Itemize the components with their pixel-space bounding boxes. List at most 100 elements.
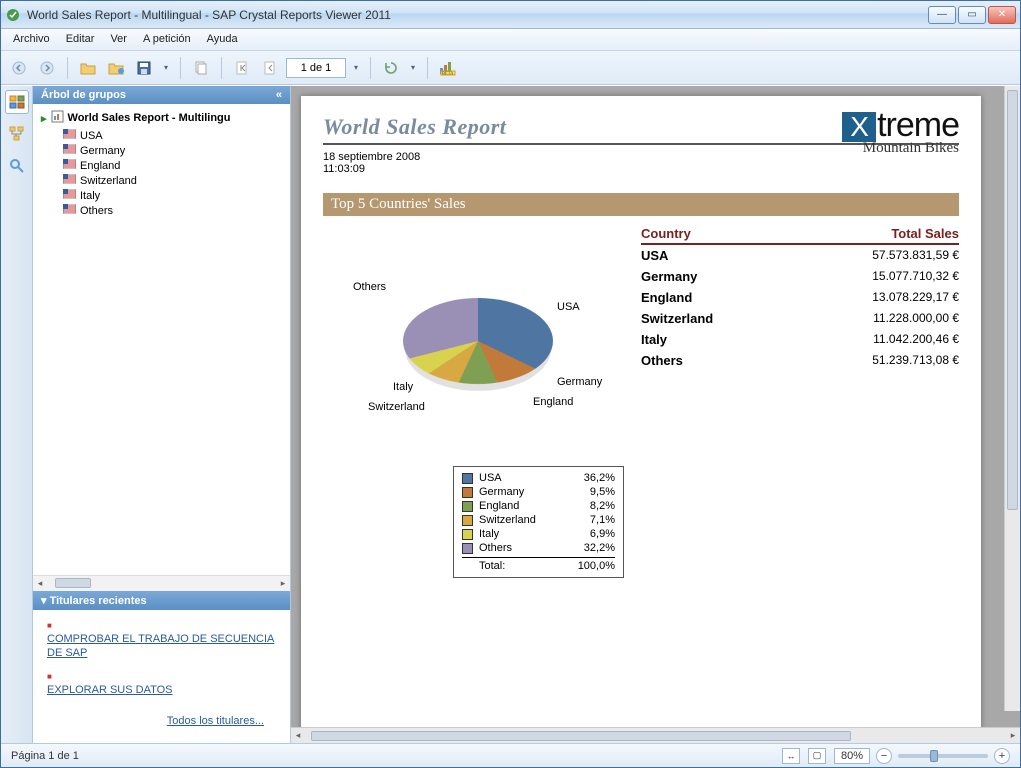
pie-label-switzerland: Switzerland (368, 401, 425, 413)
pie-label-england: England (533, 396, 573, 408)
legend-item: Switzerland7,1% (462, 513, 615, 527)
viewer-v-scrollbar[interactable] (1004, 86, 1020, 711)
tree-item-label: England (80, 160, 120, 172)
viewer-scroll-area[interactable]: World Sales Report 18 septiembre 2008 11… (291, 86, 1020, 727)
refresh-dropdown[interactable]: ▾ (407, 63, 419, 72)
pie-label-germany: Germany (557, 376, 602, 388)
bullet-icon: ■ (47, 672, 52, 681)
logo-x-icon: X (842, 112, 876, 142)
first-page-button[interactable] (230, 56, 254, 80)
recent-link-explore[interactable]: EXPLORAR SUS DATOS (47, 683, 276, 698)
rail-tree-button[interactable] (5, 122, 29, 146)
menu-help[interactable]: Ayuda (199, 29, 246, 50)
section-header: Top 5 Countries' Sales (323, 193, 959, 216)
tree-item-italy[interactable]: Italy (63, 188, 286, 203)
table-header: Country Total Sales (641, 226, 959, 245)
flag-icon (63, 144, 76, 157)
save-dropdown[interactable]: ▾ (160, 63, 172, 72)
tree-children: USA Germany England Switzerland Italy Ot… (41, 128, 286, 218)
status-bar: Página 1 de 1 ↔ ▢ 80% − + (1, 743, 1020, 767)
page-dropdown[interactable]: ▾ (350, 63, 362, 72)
recent-panel-header: ▾ Titulares recientes (33, 591, 290, 610)
legend-item: England8,2% (462, 499, 615, 513)
zoom-in-button[interactable]: + (994, 748, 1010, 764)
group-tree: ▸ World Sales Report - Multilingu USA Ge… (33, 104, 290, 575)
menu-file[interactable]: Archivo (5, 29, 58, 50)
table-row: Italy11.042.200,46 € (641, 329, 959, 350)
beta-chart-button[interactable]: BETA (436, 56, 460, 80)
copy-button[interactable] (189, 56, 213, 80)
legend-total: Total:100,0% (462, 557, 615, 573)
toolbar: ▾ ▾ ▾ BETA (1, 51, 1020, 85)
rail-groups-button[interactable] (5, 90, 29, 114)
prev-page-button[interactable] (258, 56, 282, 80)
report-icon (51, 110, 64, 126)
groups-panel-header: Árbol de grupos « (33, 86, 290, 104)
tree-item-germany[interactable]: Germany (63, 143, 286, 158)
table-row: Others51.239.713,08 € (641, 350, 959, 371)
viewer-h-scrollbar[interactable]: ◂▸ (291, 727, 1020, 743)
bullet-icon: ■ (47, 621, 52, 630)
col-total-header: Total Sales (839, 226, 959, 241)
close-button[interactable]: ✕ (988, 6, 1016, 24)
zoom-value[interactable]: 80% (834, 748, 870, 764)
brand-tagline: Mountain Bikes (659, 140, 959, 157)
pie-label-italy: Italy (393, 381, 413, 393)
tree-item-england[interactable]: England (63, 158, 286, 173)
tree-item-label: Switzerland (80, 175, 137, 187)
minimize-button[interactable]: — (928, 6, 956, 24)
swatch-icon (462, 529, 473, 540)
tree-root[interactable]: ▸ World Sales Report - Multilingu (41, 108, 286, 128)
maximize-button[interactable]: ▭ (958, 6, 986, 24)
brand-text: treme (877, 106, 959, 144)
fit-page-button[interactable]: ▢ (808, 748, 826, 764)
open-file-button[interactable] (76, 56, 100, 80)
flag-icon (63, 189, 76, 202)
zoom-controls: ↔ ▢ 80% − + (782, 748, 1010, 764)
left-rail (1, 86, 33, 743)
menu-edit[interactable]: Editar (58, 29, 103, 50)
tree-root-label: World Sales Report - Multilingu (68, 112, 231, 124)
tree-item-others[interactable]: Others (63, 203, 286, 218)
title-bar: World Sales Report - Multilingual - SAP … (1, 1, 1020, 29)
zoom-out-button[interactable]: − (876, 748, 892, 764)
window-title: World Sales Report - Multilingual - SAP … (27, 8, 928, 22)
flag-icon (63, 129, 76, 142)
refresh-button[interactable] (379, 56, 403, 80)
fit-width-button[interactable]: ↔ (782, 748, 800, 764)
swatch-icon (462, 473, 473, 484)
table-row: USA57.573.831,59 € (641, 245, 959, 266)
recent-link-sequence[interactable]: COMPROBAR EL TRABAJO DE SECUENCIA DE SAP (47, 632, 276, 662)
save-button[interactable] (132, 56, 156, 80)
legend-item: Germany9,5% (462, 485, 615, 499)
app-icon (5, 7, 21, 23)
report-page: World Sales Report 18 septiembre 2008 11… (301, 96, 981, 727)
tree-item-usa[interactable]: USA (63, 128, 286, 143)
nav-back-button[interactable] (7, 56, 31, 80)
table-row: England13.078.229,17 € (641, 287, 959, 308)
flag-icon (63, 204, 76, 217)
zoom-slider[interactable] (898, 754, 988, 758)
menu-bar: Archivo Editar Ver A petición Ayuda (1, 29, 1020, 51)
page-indicator-input[interactable] (286, 58, 346, 78)
nav-forward-button[interactable] (35, 56, 59, 80)
collapse-sidebar-icon[interactable]: « (276, 89, 282, 101)
tree-item-switzerland[interactable]: Switzerland (63, 173, 286, 188)
tree-h-scrollbar[interactable]: ◂▸ (33, 575, 290, 591)
tree-item-label: Germany (80, 145, 125, 157)
table-row: Germany15.077.710,32 € (641, 266, 959, 287)
legend-item: Italy6,9% (462, 527, 615, 541)
menu-view[interactable]: Ver (102, 29, 135, 50)
legend-item: Others32,2% (462, 541, 615, 555)
menu-request[interactable]: A petición (135, 29, 199, 50)
open-recent-button[interactable] (104, 56, 128, 80)
table-row: Switzerland11.228.000,00 € (641, 308, 959, 329)
flag-icon (63, 159, 76, 172)
chart-legend: USA36,2% Germany9,5% England8,2% Switzer… (453, 466, 624, 578)
sidebar: Árbol de grupos « ▸ World Sales Report -… (33, 86, 291, 743)
app-window: World Sales Report - Multilingual - SAP … (0, 0, 1021, 768)
rail-search-button[interactable] (5, 154, 29, 178)
pie-label-usa: USA (557, 301, 580, 313)
all-headlines-link[interactable]: Todos los titulares... (167, 715, 264, 727)
report-viewer: World Sales Report 18 septiembre 2008 11… (291, 86, 1020, 743)
